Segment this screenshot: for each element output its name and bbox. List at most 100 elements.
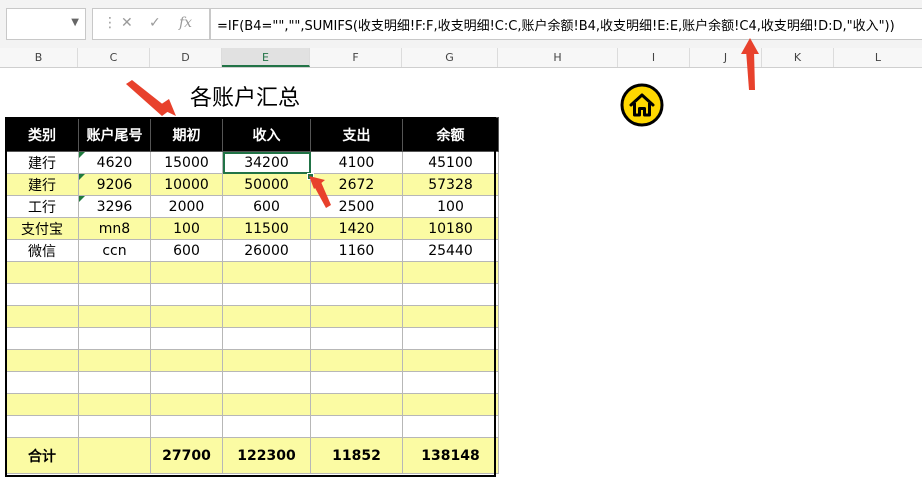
cell[interactable] xyxy=(78,261,151,284)
cell[interactable] xyxy=(402,349,499,372)
formula-input[interactable]: =IF(B4="","",SUMIFS(收支明细!F:F,收支明细!C:C,账户… xyxy=(210,8,922,40)
cell[interactable] xyxy=(150,393,223,416)
cell[interactable]: 微信 xyxy=(5,239,79,262)
cancel-formula-icon[interactable]: ✕ xyxy=(121,15,133,31)
total-cell[interactable]: 27700 xyxy=(150,437,223,474)
cell[interactable]: 3296 xyxy=(78,195,151,218)
column-header-l[interactable]: L xyxy=(834,48,922,67)
cell[interactable] xyxy=(402,415,499,438)
total-cell[interactable]: 138148 xyxy=(402,437,499,474)
fx-icon[interactable]: fx xyxy=(179,15,192,31)
header-cell[interactable]: 余额 xyxy=(402,117,499,152)
cell[interactable] xyxy=(78,349,151,372)
column-header-b[interactable]: B xyxy=(0,48,78,67)
cell[interactable]: ccn xyxy=(78,239,151,262)
cell[interactable] xyxy=(310,393,403,416)
cell[interactable]: 600 xyxy=(222,195,311,218)
cell[interactable] xyxy=(222,349,311,372)
header-cell[interactable]: 收入 xyxy=(222,117,311,152)
cell[interactable]: 1420 xyxy=(310,217,403,240)
cell[interactable] xyxy=(402,261,499,284)
header-cell[interactable]: 支出 xyxy=(310,117,403,152)
cell[interactable] xyxy=(222,393,311,416)
selected-cell[interactable]: 34200 xyxy=(222,151,311,174)
cell[interactable] xyxy=(222,327,311,350)
cell[interactable] xyxy=(5,415,79,438)
cell[interactable]: 2500 xyxy=(310,195,403,218)
cell[interactable] xyxy=(310,349,403,372)
cell[interactable] xyxy=(310,371,403,394)
cell[interactable] xyxy=(310,283,403,306)
cell[interactable] xyxy=(5,327,79,350)
x-icon[interactable]: ⋮ xyxy=(103,15,117,31)
cell[interactable] xyxy=(150,305,223,328)
home-icon[interactable] xyxy=(620,83,664,127)
column-header-c[interactable]: C xyxy=(78,48,150,67)
cell[interactable] xyxy=(402,393,499,416)
column-header-e[interactable]: E xyxy=(222,48,310,67)
column-header-g[interactable]: G xyxy=(402,48,498,67)
cell[interactable] xyxy=(402,305,499,328)
cell[interactable]: 4620 xyxy=(78,151,151,174)
cell[interactable] xyxy=(150,283,223,306)
cell[interactable]: 建行 xyxy=(5,173,79,196)
cell[interactable] xyxy=(310,305,403,328)
cell[interactable]: 9206 xyxy=(78,173,151,196)
cell[interactable]: 100 xyxy=(402,195,499,218)
cell[interactable] xyxy=(310,415,403,438)
cell[interactable] xyxy=(222,305,311,328)
header-cell[interactable]: 账户尾号 xyxy=(78,117,151,152)
cell[interactable] xyxy=(5,371,79,394)
cell[interactable] xyxy=(402,283,499,306)
header-cell[interactable]: 期初 xyxy=(150,117,223,152)
cell[interactable]: 11500 xyxy=(222,217,311,240)
cell[interactable] xyxy=(150,327,223,350)
cell[interactable]: 15000 xyxy=(150,151,223,174)
column-header-d[interactable]: D xyxy=(150,48,222,67)
column-header-f[interactable]: F xyxy=(310,48,402,67)
cell[interactable] xyxy=(222,261,311,284)
cell[interactable]: mn8 xyxy=(78,217,151,240)
cell[interactable] xyxy=(222,283,311,306)
total-cell[interactable]: 11852 xyxy=(310,437,403,474)
cell[interactable] xyxy=(5,349,79,372)
fill-handle[interactable] xyxy=(307,173,314,180)
column-header-h[interactable]: H xyxy=(498,48,618,67)
cell[interactable]: 1160 xyxy=(310,239,403,262)
column-header-i[interactable]: I xyxy=(618,48,690,67)
cell[interactable]: 2000 xyxy=(150,195,223,218)
cell[interactable]: 26000 xyxy=(222,239,311,262)
cell[interactable] xyxy=(5,393,79,416)
cell[interactable]: 600 xyxy=(150,239,223,262)
cell[interactable]: 4100 xyxy=(310,151,403,174)
cell[interactable]: 建行 xyxy=(5,151,79,174)
cell[interactable]: 25440 xyxy=(402,239,499,262)
column-header-j[interactable]: J xyxy=(690,48,762,67)
cell[interactable] xyxy=(150,349,223,372)
cell[interactable] xyxy=(5,305,79,328)
cell[interactable]: 100 xyxy=(150,217,223,240)
cell[interactable] xyxy=(222,415,311,438)
cell[interactable] xyxy=(78,393,151,416)
total-cell[interactable]: 122300 xyxy=(222,437,311,474)
cell[interactable] xyxy=(5,261,79,284)
cell[interactable]: 支付宝 xyxy=(5,217,79,240)
cell[interactable] xyxy=(78,371,151,394)
cell[interactable] xyxy=(402,371,499,394)
chevron-down-icon[interactable]: ▼ xyxy=(71,17,79,28)
total-cell[interactable]: 合计 xyxy=(5,437,79,474)
column-header-k[interactable]: K xyxy=(762,48,834,67)
cell[interactable]: 57328 xyxy=(402,173,499,196)
cell[interactable] xyxy=(310,261,403,284)
cell[interactable] xyxy=(150,261,223,284)
cell[interactable] xyxy=(222,371,311,394)
cell[interactable] xyxy=(402,327,499,350)
cell[interactable]: 工行 xyxy=(5,195,79,218)
header-cell[interactable]: 类别 xyxy=(5,117,79,152)
cell[interactable] xyxy=(150,415,223,438)
cell[interactable]: 50000 xyxy=(222,173,311,196)
cell[interactable]: 2672 xyxy=(310,173,403,196)
cell[interactable]: 45100 xyxy=(402,151,499,174)
total-cell[interactable] xyxy=(78,437,151,474)
cell[interactable] xyxy=(78,415,151,438)
